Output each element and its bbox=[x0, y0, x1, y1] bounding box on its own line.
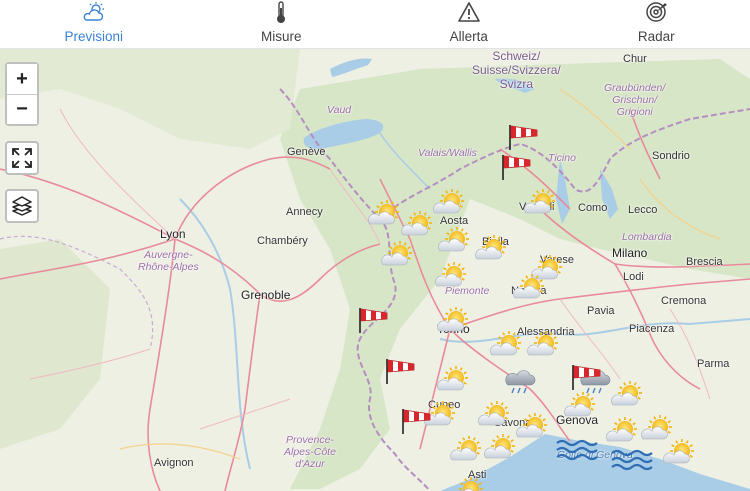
windsock-icon[interactable] bbox=[357, 304, 391, 334]
partly-sunny-icon[interactable] bbox=[483, 434, 519, 464]
partly-sunny-icon[interactable] bbox=[526, 331, 562, 361]
partly-sunny-icon[interactable] bbox=[477, 401, 513, 431]
place-label: Como bbox=[578, 202, 608, 214]
partly-sunny-icon[interactable] bbox=[489, 331, 525, 361]
tab-allerta[interactable]: Allerta bbox=[375, 0, 563, 48]
tab-radar[interactable]: Radar bbox=[563, 0, 750, 48]
partly-sunny-icon[interactable] bbox=[662, 439, 698, 469]
windsock-icon[interactable] bbox=[384, 355, 418, 385]
windsock-icon[interactable] bbox=[500, 151, 534, 181]
place-label: Annecy bbox=[286, 206, 323, 218]
zoom-out-button[interactable]: − bbox=[7, 94, 37, 124]
place-label: Chur bbox=[623, 53, 647, 65]
map-view[interactable]: Lyon Grenoble Chambéry Annecy Genève Avi… bbox=[0, 49, 750, 491]
partly-sunny-icon[interactable] bbox=[515, 413, 551, 443]
partly-sunny-icon[interactable] bbox=[449, 436, 485, 466]
place-label: Brescia bbox=[686, 256, 723, 268]
partly-sunny-icon[interactable] bbox=[451, 477, 487, 491]
partly-sunny-icon[interactable] bbox=[563, 392, 599, 422]
region-label: Auvergne- Rhône-Alpes bbox=[138, 249, 199, 273]
tab-label: Allerta bbox=[449, 29, 488, 44]
place-label: Chambéry bbox=[257, 235, 308, 247]
place-label: Lodi bbox=[623, 271, 644, 283]
partly-cloudy-icon bbox=[83, 2, 104, 21]
partly-sunny-icon[interactable] bbox=[610, 381, 646, 411]
layers-control bbox=[5, 189, 39, 223]
region-label: Graubünden/ Grischun/ Grigioni bbox=[604, 82, 666, 118]
partly-sunny-icon[interactable] bbox=[512, 274, 548, 304]
tab-previsioni[interactable]: Previsioni bbox=[0, 0, 188, 48]
place-label: Grenoble bbox=[241, 288, 291, 302]
windsock-icon[interactable] bbox=[507, 121, 541, 151]
partly-sunny-icon[interactable] bbox=[437, 227, 473, 257]
thermometer-icon bbox=[277, 1, 286, 23]
partly-sunny-icon[interactable] bbox=[434, 262, 470, 292]
tab-label: Misure bbox=[260, 29, 302, 44]
warning-icon bbox=[457, 2, 480, 22]
sea-waves-icon[interactable] bbox=[555, 437, 598, 467]
windsock-icon[interactable] bbox=[570, 361, 604, 391]
partly-sunny-icon[interactable] bbox=[400, 211, 436, 241]
expand-icon bbox=[12, 148, 32, 168]
place-label: Cremona bbox=[661, 295, 707, 307]
rain-cloud-icon[interactable] bbox=[502, 365, 538, 395]
place-label: Piacenza bbox=[629, 323, 675, 335]
layers-button[interactable] bbox=[7, 191, 37, 221]
place-label: Genève bbox=[287, 146, 326, 158]
region-label: Valais/Wallis bbox=[418, 147, 477, 159]
tab-misure[interactable]: Misure bbox=[188, 0, 376, 48]
country-label: Schweiz/ Suisse/Svizzera/ Svizra bbox=[472, 49, 561, 91]
partly-sunny-icon[interactable] bbox=[436, 366, 472, 396]
tab-bar: Previsioni Misure Allerta Radar bbox=[0, 0, 750, 49]
region-label: Ticino bbox=[548, 152, 576, 164]
sea-waves-icon[interactable] bbox=[610, 447, 653, 477]
place-label: Avignon bbox=[154, 457, 194, 469]
partly-sunny-icon[interactable] bbox=[432, 189, 468, 219]
fullscreen-control bbox=[5, 141, 39, 175]
radar-icon bbox=[646, 2, 668, 22]
place-label: Milano bbox=[612, 246, 648, 260]
partly-sunny-icon[interactable] bbox=[436, 307, 472, 337]
tab-label: Previsioni bbox=[64, 29, 124, 44]
tab-label: Radar bbox=[637, 29, 675, 44]
zoom-control: + − bbox=[5, 62, 39, 126]
place-label: Lecco bbox=[628, 204, 658, 216]
partly-sunny-icon[interactable] bbox=[474, 235, 510, 265]
region-label: Provence- Alpes-Côte d'Azur bbox=[284, 434, 336, 470]
partly-sunny-icon[interactable] bbox=[380, 241, 416, 271]
place-label: Pavia bbox=[587, 305, 615, 317]
place-label: Parma bbox=[697, 358, 730, 370]
place-label: Lyon bbox=[160, 227, 186, 241]
layers-icon bbox=[12, 196, 32, 216]
windsock-icon[interactable] bbox=[400, 405, 434, 435]
place-label: Sondrio bbox=[652, 150, 690, 162]
fullscreen-button[interactable] bbox=[7, 143, 37, 173]
partly-sunny-icon[interactable] bbox=[605, 417, 641, 447]
region-label: Vaud bbox=[327, 104, 352, 116]
region-label: Lombardia bbox=[622, 231, 672, 243]
partly-sunny-icon[interactable] bbox=[523, 189, 559, 219]
zoom-in-button[interactable]: + bbox=[7, 64, 37, 94]
partly-sunny-icon[interactable] bbox=[367, 200, 403, 230]
